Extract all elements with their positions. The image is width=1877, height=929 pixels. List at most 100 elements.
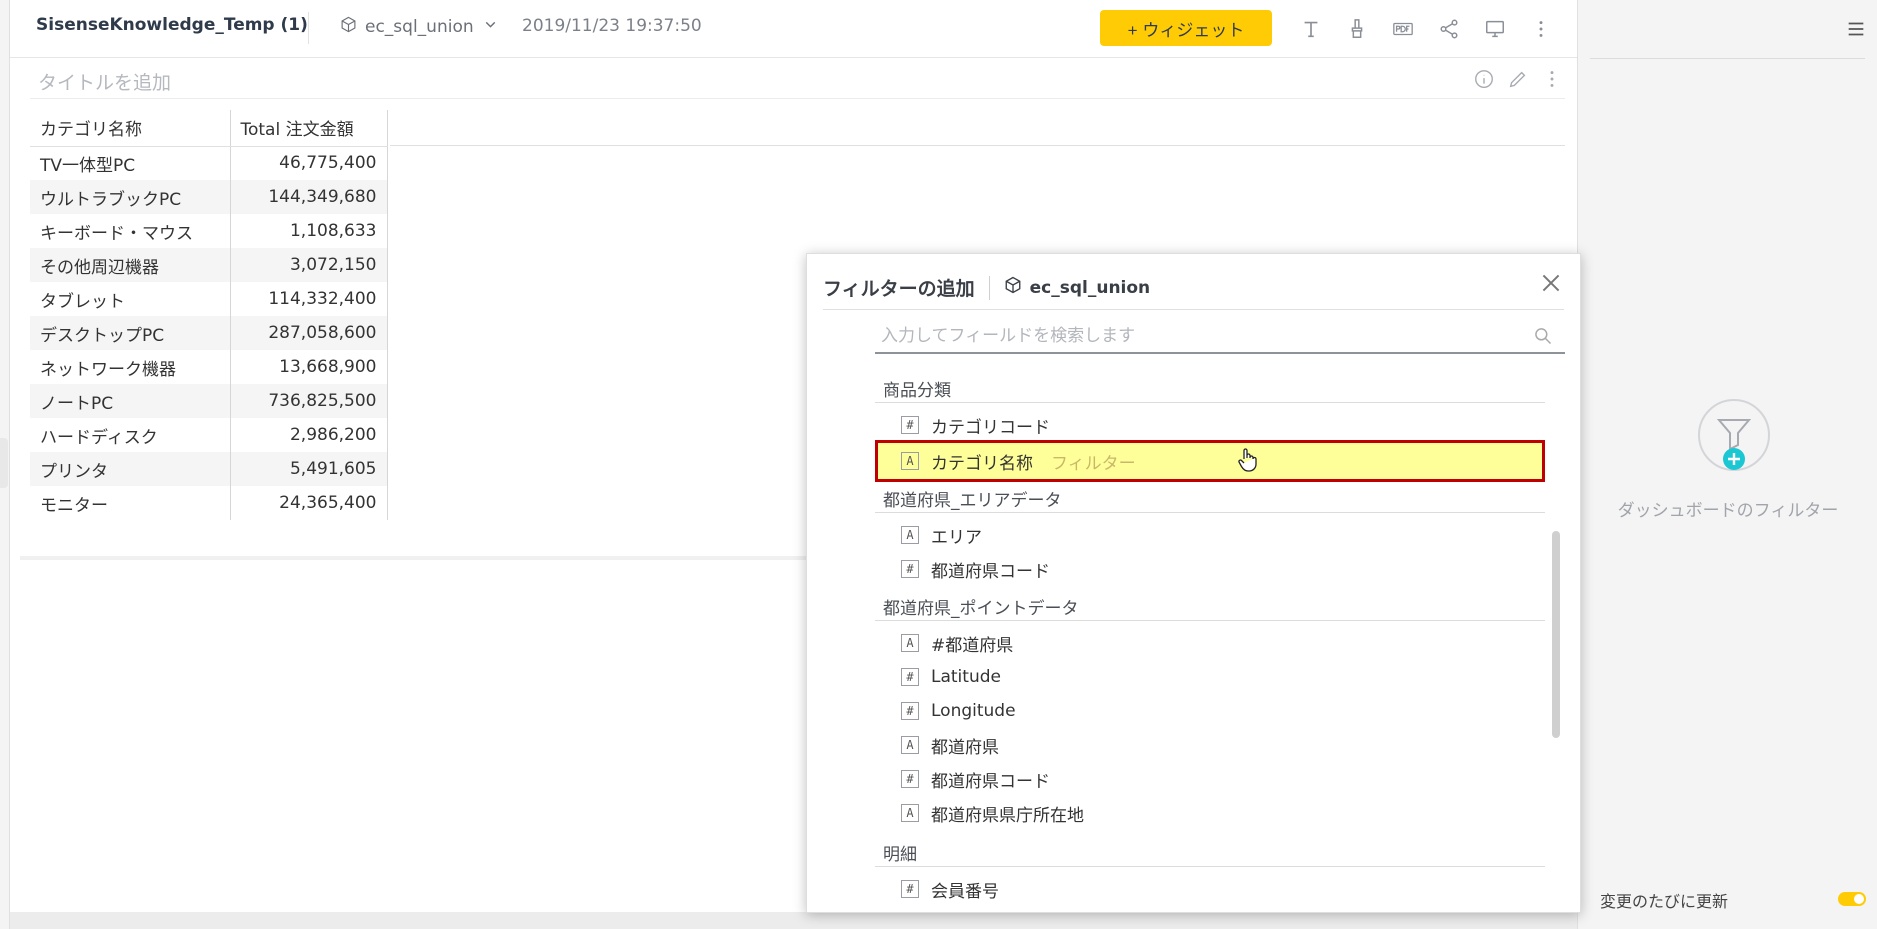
field-label: 都道府県県庁所在地 <box>931 805 1084 826</box>
field-item[interactable]: # 都道府県コード <box>875 762 1545 796</box>
table-row: ウルトラブックPC 144,349,680 <box>30 180 388 214</box>
group-divider <box>875 620 1545 621</box>
field-label: Longitude <box>931 701 1016 721</box>
table-header-divider <box>390 145 1565 146</box>
info-icon[interactable] <box>1473 68 1495 94</box>
table-cell: ノートPC <box>30 384 231 418</box>
field-label: 都道府県 <box>931 737 999 758</box>
widget-icons <box>1473 68 1563 94</box>
add-filter-icon[interactable] <box>1697 398 1771 472</box>
dialog-divider <box>823 309 1564 310</box>
chevron-down-icon <box>482 16 499 38</box>
table-cell: 3,072,150 <box>230 248 388 282</box>
group-divider <box>875 402 1545 403</box>
table-row: その他周辺機器 3,072,150 <box>30 248 388 282</box>
table-cell: モニター <box>30 486 231 520</box>
table-cell: 287,058,600 <box>230 316 388 350</box>
dialog-datasource-name: ec_sql_union <box>1029 277 1151 298</box>
share-icon[interactable] <box>1433 14 1465 44</box>
table-cell: 1,108,633 <box>230 214 388 248</box>
table-cell: ハードディスク <box>30 418 231 452</box>
pivot-table: カテゴリ名称 Total 注文金額 TV一体型PC 46,775,400 ウルトラ… <box>30 110 388 520</box>
field-item[interactable]: A 都道府県県庁所在地 <box>875 796 1545 830</box>
filter-panel: ダッシュボードのフィルター 変更のたびに更新 <box>1577 0 1877 929</box>
field-list[interactable]: 商品分類 # カテゴリコード A カテゴリ名称 フィルター 都道府県_エリアデー… <box>875 356 1549 912</box>
cube-icon <box>340 16 357 38</box>
table-cell: プリンタ <box>30 452 231 486</box>
table-cell: 2,986,200 <box>230 418 388 452</box>
more-vertical-icon[interactable] <box>1525 14 1557 44</box>
field-item[interactable]: # Longitude <box>875 694 1545 728</box>
field-item[interactable]: # 会員番号 <box>875 872 1545 906</box>
table-row: ハードディスク 2,986,200 <box>30 418 388 452</box>
column-header[interactable]: カテゴリ名称 <box>30 110 231 147</box>
field-item[interactable]: A 都道府県 <box>875 728 1545 762</box>
table-cell: 5,491,605 <box>230 452 388 486</box>
hamburger-menu-icon[interactable] <box>1845 18 1867 40</box>
table-row: ネットワーク機器 13,668,900 <box>30 350 388 384</box>
top-toolbar: SisenseKnowledge_Temp (1) ec_sql_union 2… <box>10 0 1577 58</box>
edit-icon[interactable] <box>1507 68 1529 94</box>
table-row: TV一体型PC 46,775,400 <box>30 146 388 180</box>
dialog-datasource: ec_sql_union <box>1004 276 1151 299</box>
table-cell: 46,775,400 <box>230 146 388 180</box>
group-label: 都道府県_エリアデータ <box>883 491 1062 511</box>
field-label: 会員番号 <box>931 881 999 902</box>
dashboard-filters-empty-text: ダッシュボードのフィルター <box>1617 501 1839 521</box>
table-cell: デスクトップPC <box>30 316 231 350</box>
auto-update-toggle[interactable] <box>1838 892 1866 906</box>
text-type-icon: A <box>901 634 919 652</box>
group-label: 都道府県_ポイントデータ <box>883 599 1079 619</box>
widget-divider <box>30 98 1565 99</box>
dialog-title: フィルターの追加 <box>823 278 975 300</box>
field-item[interactable]: A エリア <box>875 518 1545 552</box>
dashboard-title[interactable]: SisenseKnowledge_Temp (1) <box>36 15 308 35</box>
monitor-icon[interactable] <box>1479 14 1511 44</box>
group-divider <box>875 866 1545 867</box>
field-search-input[interactable] <box>875 320 1515 352</box>
text-icon[interactable] <box>1295 14 1327 44</box>
text-type-icon: A <box>901 804 919 822</box>
left-panel-expand-handle[interactable] <box>0 438 8 488</box>
field-label: 都道府県コード <box>931 561 1050 582</box>
table-row: プリンタ 5,491,605 <box>30 452 388 486</box>
group-label: 商品分類 <box>883 381 951 401</box>
field-item-selected[interactable]: A カテゴリ名称 フィルター <box>875 440 1545 482</box>
header-divider <box>988 275 990 300</box>
table-cell: ウルトラブックPC <box>30 180 231 214</box>
group-divider <box>875 512 1545 513</box>
table-cell: キーボード・マウス <box>30 214 231 248</box>
list-item-clipped <box>903 356 1023 362</box>
datasource-selector[interactable]: ec_sql_union <box>340 16 499 38</box>
brush-icon[interactable] <box>1341 14 1373 44</box>
number-type-icon: # <box>901 880 919 898</box>
field-label: Latitude <box>931 667 1001 687</box>
field-label: #都道府県 <box>931 635 1014 656</box>
add-widget-button[interactable]: + ウィジェット <box>1100 10 1272 46</box>
group-label: 明細 <box>883 845 917 865</box>
table-cell: タブレット <box>30 282 231 316</box>
field-item[interactable]: # 都道府県コード <box>875 552 1545 586</box>
field-item[interactable]: # Latitude <box>875 660 1545 694</box>
text-type-icon: A <box>901 736 919 754</box>
filter-panel-divider <box>1590 58 1865 59</box>
table-cell: 144,349,680 <box>230 180 388 214</box>
number-type-icon: # <box>901 416 919 434</box>
table-row: デスクトップPC 287,058,600 <box>30 316 388 350</box>
close-icon[interactable] <box>1538 270 1564 296</box>
text-type-icon: A <box>901 526 919 544</box>
pdf-icon[interactable] <box>1387 14 1419 44</box>
filter-action-label[interactable]: フィルター <box>1051 449 1136 474</box>
search-icon[interactable] <box>1533 326 1553 346</box>
column-header[interactable]: Total 注文金額 <box>230 110 388 147</box>
last-updated-timestamp: 2019/11/23 19:37:50 <box>522 16 702 36</box>
widget-title-input[interactable]: タイトルを追加 <box>38 68 171 95</box>
number-type-icon: # <box>901 702 919 720</box>
more-vertical-icon[interactable] <box>1541 68 1563 94</box>
table-cell: 736,825,500 <box>230 384 388 418</box>
left-edge <box>0 0 10 929</box>
field-item[interactable]: A #都道府県 <box>875 626 1545 660</box>
field-item[interactable]: # カテゴリコード <box>875 408 1545 442</box>
field-list-scrollbar[interactable] <box>1552 531 1560 738</box>
horizontal-scrollbar[interactable] <box>10 912 1577 929</box>
